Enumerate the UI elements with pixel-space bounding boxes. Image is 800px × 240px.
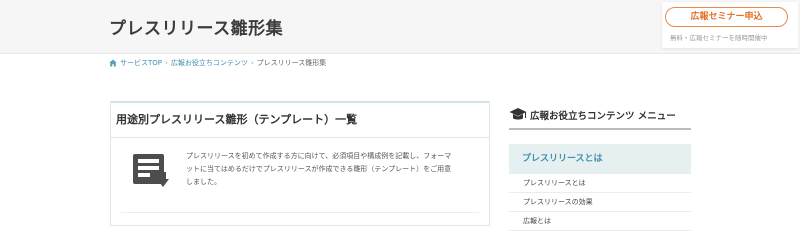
card-description: プレスリリースを初めて作成する方に向けて、必須項目や構成例を記載し、フォーマット…: [186, 152, 452, 186]
sidebar-item-press-release-about[interactable]: プレスリリースとは: [509, 174, 691, 193]
breadcrumb-link-service-top[interactable]: サービスTOP: [120, 58, 162, 68]
sidebar-menu: プレスリリースとは プレスリリースの効果 広報とは: [509, 174, 691, 231]
seminar-note: 無料・広報セミナーを随時開催中: [670, 34, 768, 42]
page-title: プレスリリース雛形集: [109, 19, 284, 39]
card-body: プレスリリースを初めて作成する方に向けて、必須項目や構成例を記載し、フォーマット…: [111, 138, 489, 226]
template-list-card: 用途別プレスリリース雛形（テンプレート）一覧 プレスリリースを初めて作成する方に…: [110, 101, 490, 226]
document-download-icon: [131, 152, 179, 192]
breadcrumb: サービスTOP › 広報お役立ちコンテンツ › プレスリリース雛形集: [109, 58, 326, 68]
breadcrumb-separator: ›: [165, 59, 168, 67]
seminar-signup-button[interactable]: 広報セミナー申込: [665, 7, 788, 27]
breadcrumb-link-useful-contents[interactable]: 広報お役立ちコンテンツ: [171, 58, 248, 68]
breadcrumb-separator: ›: [250, 59, 254, 67]
breadcrumb-current: プレスリリース雛形集: [256, 59, 327, 67]
sidebar-title: 広報お役立ちコンテンツ メニュー: [530, 111, 676, 122]
sidebar-category-press-release[interactable]: プレスリリースとは: [509, 144, 691, 174]
sidebar-item-pr-about[interactable]: 広報とは: [509, 212, 691, 231]
card-divider: [121, 212, 479, 213]
sidebar-item-press-release-effects[interactable]: プレスリリースの効果: [509, 193, 691, 212]
sidebar-header: 広報お役立ちコンテンツ メニュー: [509, 102, 691, 130]
seminar-panel: 広報セミナー申込 無料・広報セミナーを随時開催中: [662, 2, 798, 48]
card-heading: 用途別プレスリリース雛形（テンプレート）一覧: [111, 103, 489, 138]
graduation-cap-icon: [509, 107, 527, 123]
home-icon: [109, 59, 117, 67]
